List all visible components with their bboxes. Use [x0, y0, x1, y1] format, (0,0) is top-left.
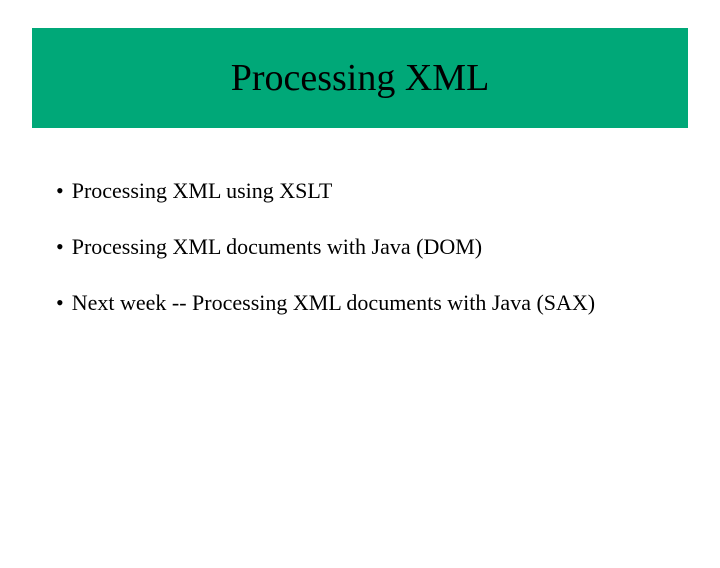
title-bar: Processing XML: [32, 28, 688, 128]
list-item: • Processing XML documents with Java (DO…: [56, 234, 664, 260]
bullet-icon: •: [56, 234, 64, 260]
bullet-text: Processing XML using XSLT: [72, 178, 664, 204]
slide-title: Processing XML: [231, 56, 490, 100]
bullet-text: Processing XML documents with Java (DOM): [72, 234, 664, 260]
list-item: • Next week -- Processing XML documents …: [56, 290, 664, 316]
bullet-text: Next week -- Processing XML documents wi…: [72, 290, 664, 316]
content-area: • Processing XML using XSLT • Processing…: [56, 178, 664, 316]
list-item: • Processing XML using XSLT: [56, 178, 664, 204]
bullet-icon: •: [56, 290, 64, 316]
bullet-icon: •: [56, 178, 64, 204]
